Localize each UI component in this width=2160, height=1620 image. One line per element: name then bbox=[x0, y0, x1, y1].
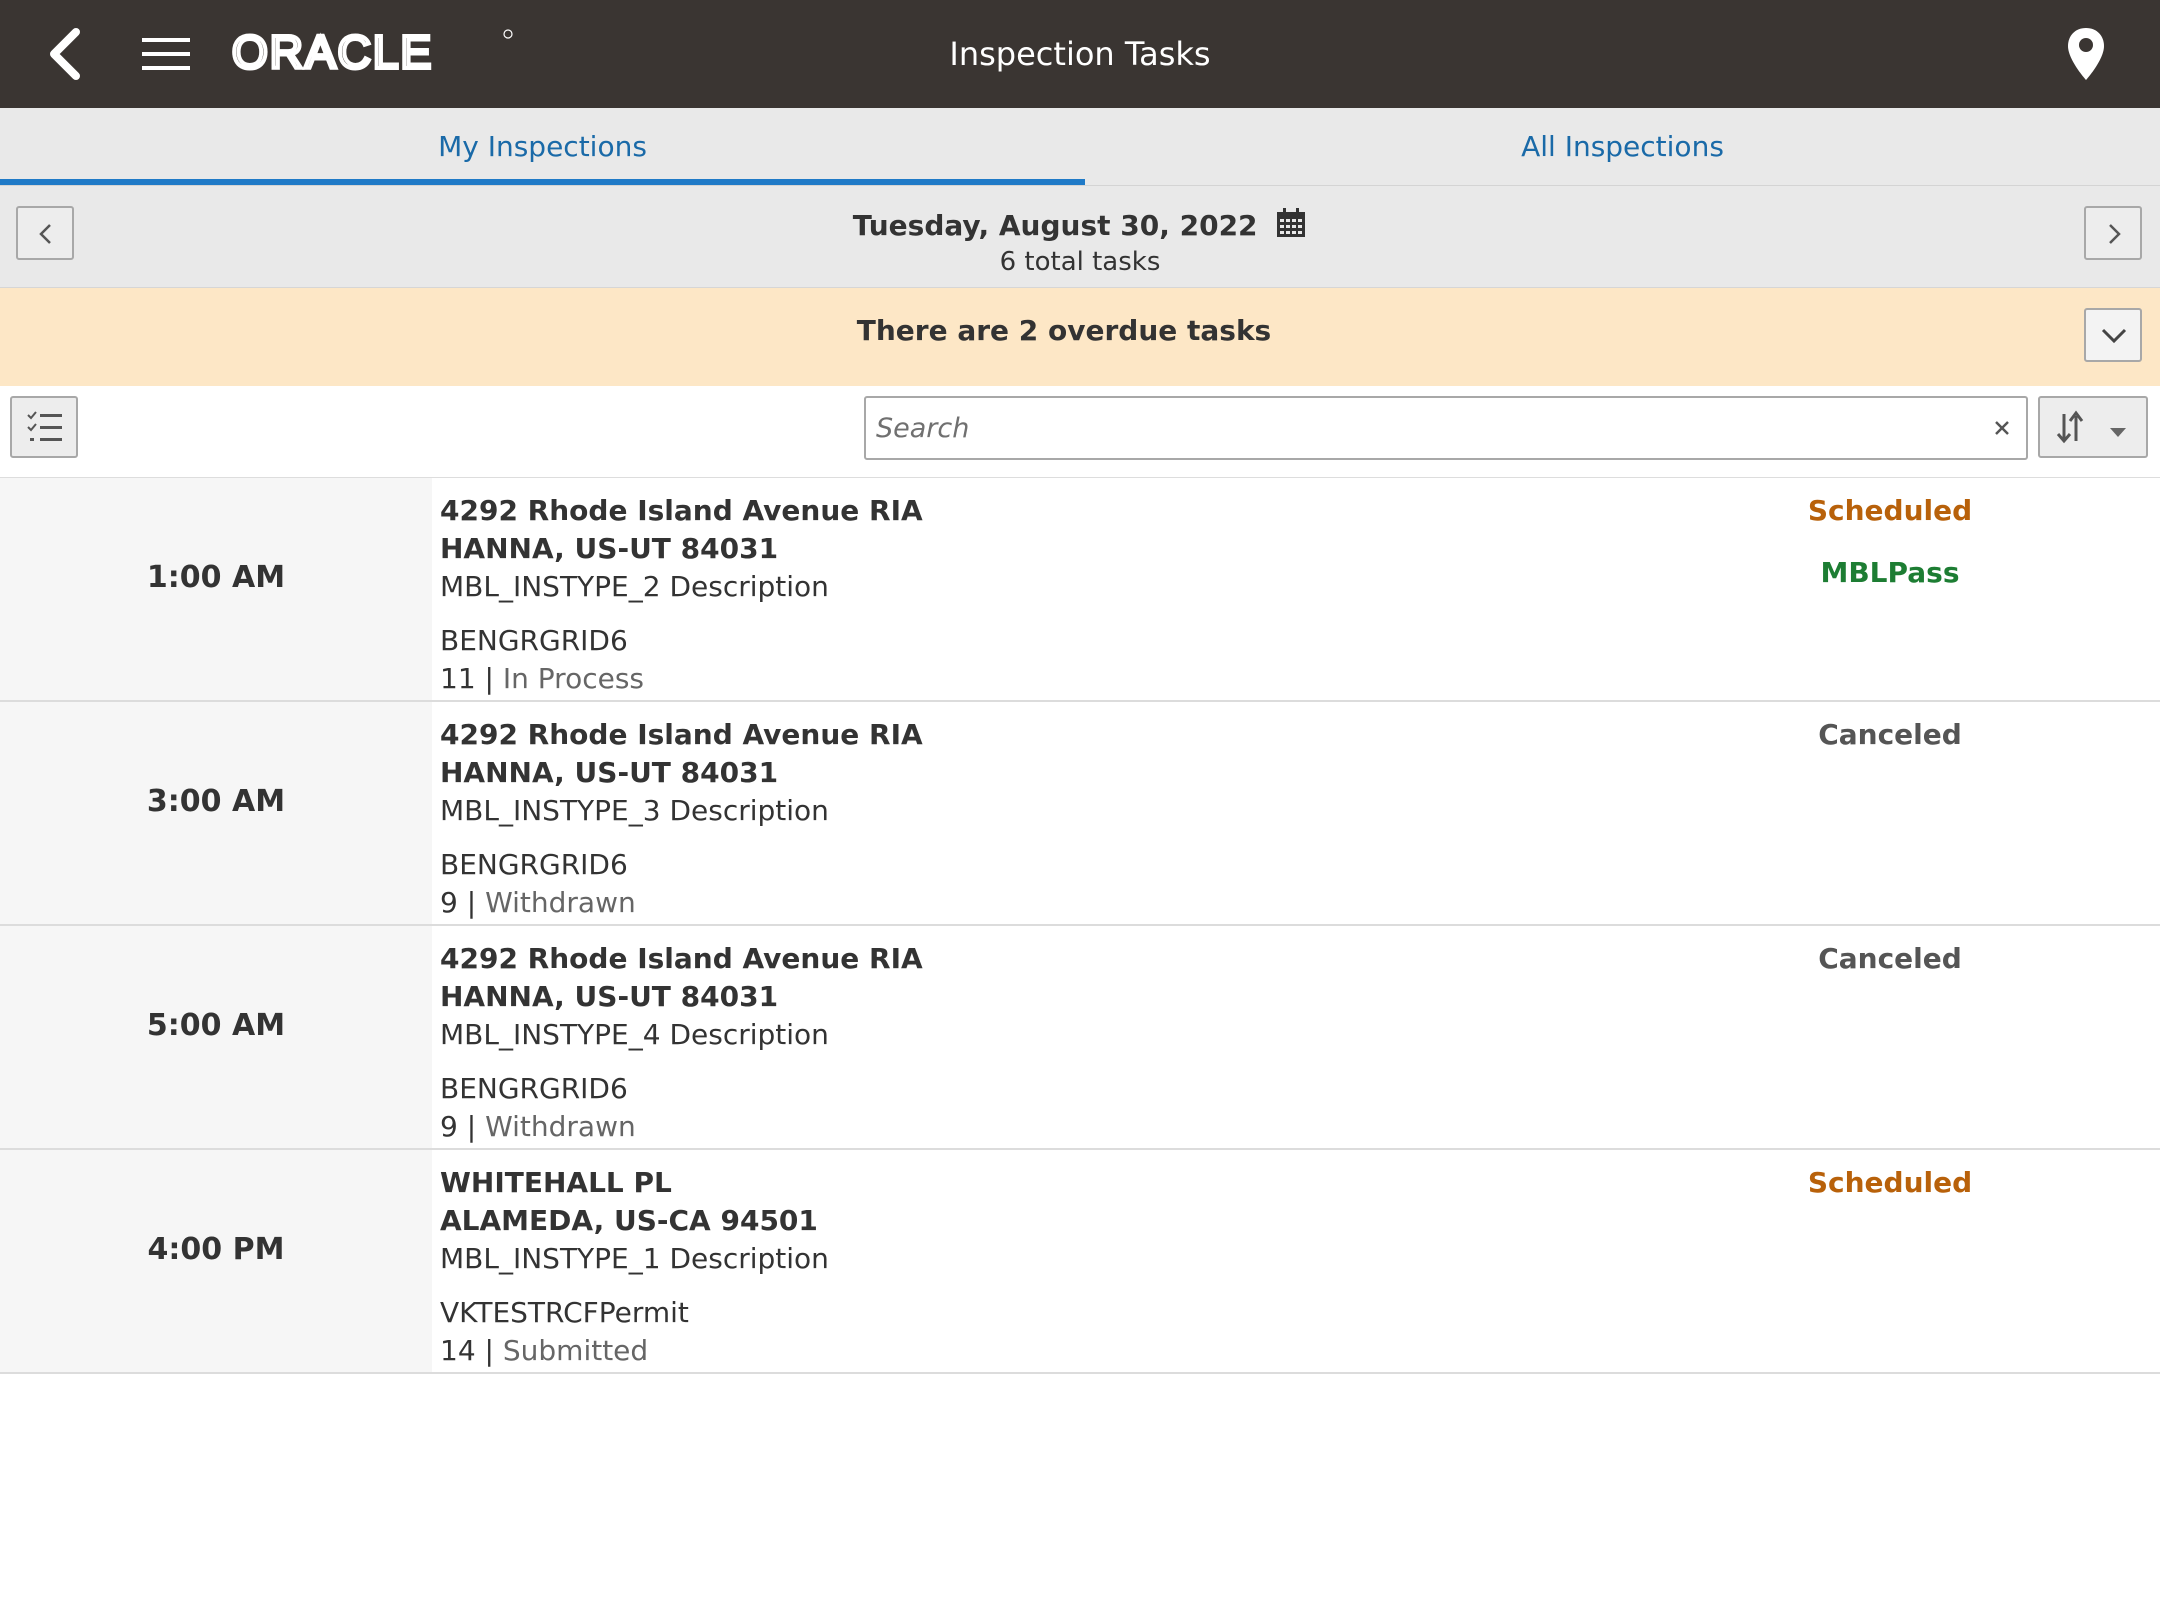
task-status-badge: Canceled bbox=[1818, 718, 1962, 751]
task-address-line2: HANNA, US-UT 84031 bbox=[440, 980, 779, 1013]
task-address-line1: WHITEHALL PL bbox=[440, 1166, 672, 1199]
task-permit: VKTESTRCFPermit bbox=[440, 1296, 689, 1329]
task-time-column: 3:00 AM bbox=[0, 702, 432, 924]
task-description: MBL_INSTYPE_4 Description bbox=[440, 1018, 829, 1051]
chevron-right-icon bbox=[2109, 224, 2121, 244]
list-toolbar bbox=[0, 386, 2160, 478]
task-description: MBL_INSTYPE_3 Description bbox=[440, 794, 829, 827]
task-status-badge: Scheduled bbox=[1807, 1166, 1973, 1199]
task-record-number: 9 | bbox=[440, 1110, 486, 1143]
task-details: WHITEHALL PL ALAMEDA, US-CA 94501 MBL_INST… bbox=[440, 1164, 1740, 1370]
active-tab-indicator bbox=[0, 179, 1085, 185]
sort-icon bbox=[2056, 410, 2126, 444]
task-time-column: 4:00 PM bbox=[0, 1150, 432, 1372]
task-address-line1: 4292 Rhode Island Avenue RIA bbox=[440, 494, 923, 527]
task-description: MBL_INSTYPE_1 Description bbox=[440, 1242, 829, 1275]
checklist-icon bbox=[27, 411, 62, 441]
task-time-column: 1:00 AM bbox=[0, 478, 432, 700]
task-time: 1:00 AM bbox=[146, 560, 286, 595]
task-record-number: 11 | bbox=[440, 662, 503, 695]
task-record-status: 9 | Withdrawn bbox=[440, 1108, 1740, 1146]
date-label: Tuesday, August 30, 2022 bbox=[852, 209, 1258, 242]
task-result bbox=[1790, 1002, 1990, 1040]
back-arrow-icon[interactable] bbox=[44, 24, 92, 84]
task-address-line1: 4292 Rhode Island Avenue RIA bbox=[440, 942, 923, 975]
task-status-badge: Scheduled bbox=[1807, 494, 1973, 527]
task-list: 1:00 AM 4292 Rhode Island Avenue RIA HANNA… bbox=[0, 478, 2160, 1374]
overdue-message: There are 2 overdue tasks bbox=[856, 314, 1272, 347]
task-details: 4292 Rhode Island Avenue RIA HANNA, US-UT… bbox=[440, 492, 1740, 698]
task-row[interactable]: 5:00 AM 4292 Rhode Island Avenue RIA HANNA… bbox=[0, 926, 2160, 1150]
task-record-status: 9 | Withdrawn bbox=[440, 884, 1740, 922]
task-record-status-text: Submitted bbox=[502, 1334, 649, 1367]
task-record-status-text: Withdrawn bbox=[485, 1110, 636, 1143]
oracle-logo-text: ORACLE bbox=[232, 26, 433, 78]
task-address-line2: ALAMEDA, US-CA 94501 bbox=[440, 1204, 818, 1237]
next-day-button[interactable] bbox=[2084, 206, 2142, 260]
task-permit: BENGRGRID6 bbox=[440, 1072, 628, 1105]
task-time-column: 5:00 AM bbox=[0, 926, 432, 1148]
hamburger-menu-icon[interactable] bbox=[138, 30, 196, 76]
task-row[interactable]: 1:00 AM 4292 Rhode Island Avenue RIA HANNA… bbox=[0, 478, 2160, 702]
task-time: 3:00 AM bbox=[146, 784, 286, 819]
task-result bbox=[1790, 1226, 1990, 1264]
task-status-column: Scheduled bbox=[1790, 1164, 1990, 1264]
task-time: 4:00 PM bbox=[147, 1232, 285, 1267]
expand-overdue-button[interactable] bbox=[2084, 308, 2142, 362]
search-box bbox=[864, 396, 2028, 460]
app-header: ORACLE Inspection Tasks bbox=[0, 0, 2160, 108]
task-result: MBLPass bbox=[1820, 556, 1960, 589]
task-description: MBL_INSTYPE_2 Description bbox=[440, 570, 829, 603]
selected-date: Tuesday, August 30, 2022 bbox=[0, 206, 2160, 246]
task-address-line2: HANNA, US-UT 84031 bbox=[440, 532, 779, 565]
total-tasks-count: 6 total tasks bbox=[999, 247, 1161, 277]
inspection-tabs: My Inspections All Inspections bbox=[0, 108, 2160, 186]
task-address-line1: 4292 Rhode Island Avenue RIA bbox=[440, 718, 923, 751]
task-address-line2: HANNA, US-UT 84031 bbox=[440, 756, 779, 789]
chevron-down-icon bbox=[2101, 328, 2127, 344]
sort-button[interactable] bbox=[2038, 396, 2148, 458]
date-navigation-bar: Tuesday, August 30, 2022 6 total tasks bbox=[0, 186, 2160, 288]
task-row[interactable]: 4:00 PM WHITEHALL PL ALAMEDA, US-CA 94501 M… bbox=[0, 1150, 2160, 1374]
task-status-column: Canceled bbox=[1790, 716, 1990, 816]
overdue-banner: There are 2 overdue tasks bbox=[0, 288, 2160, 386]
task-record-status: 14 | Submitted bbox=[440, 1332, 1740, 1370]
task-details: 4292 Rhode Island Avenue RIA HANNA, US-UT… bbox=[440, 716, 1740, 922]
task-record-number: 14 | bbox=[440, 1334, 503, 1367]
task-row[interactable]: 3:00 AM 4292 Rhode Island Avenue RIA HANNA… bbox=[0, 702, 2160, 926]
checklist-view-button[interactable] bbox=[10, 396, 78, 458]
task-record-number: 9 | bbox=[440, 886, 486, 919]
task-details: 4292 Rhode Island Avenue RIA HANNA, US-UT… bbox=[440, 940, 1740, 1146]
task-record-status-text: In Process bbox=[502, 662, 644, 695]
task-permit: BENGRGRID6 bbox=[440, 848, 628, 881]
task-permit: BENGRGRID6 bbox=[440, 624, 628, 657]
task-status-badge: Canceled bbox=[1818, 942, 1962, 975]
clear-search-icon[interactable] bbox=[1986, 412, 2018, 444]
tab-my-inspections[interactable]: My Inspections bbox=[0, 108, 1085, 186]
search-input[interactable] bbox=[876, 406, 1956, 450]
oracle-logo: ORACLE bbox=[230, 24, 518, 80]
task-status-column: Scheduled MBLPass bbox=[1790, 492, 1990, 592]
task-record-status: 11 | In Process bbox=[440, 660, 1740, 698]
location-pin-icon[interactable] bbox=[2066, 26, 2106, 82]
task-result bbox=[1790, 778, 1990, 816]
tab-all-inspections[interactable]: All Inspections bbox=[1085, 108, 2160, 186]
task-record-status-text: Withdrawn bbox=[485, 886, 636, 919]
task-time: 5:00 AM bbox=[146, 1008, 286, 1043]
task-status-column: Canceled bbox=[1790, 940, 1990, 1040]
